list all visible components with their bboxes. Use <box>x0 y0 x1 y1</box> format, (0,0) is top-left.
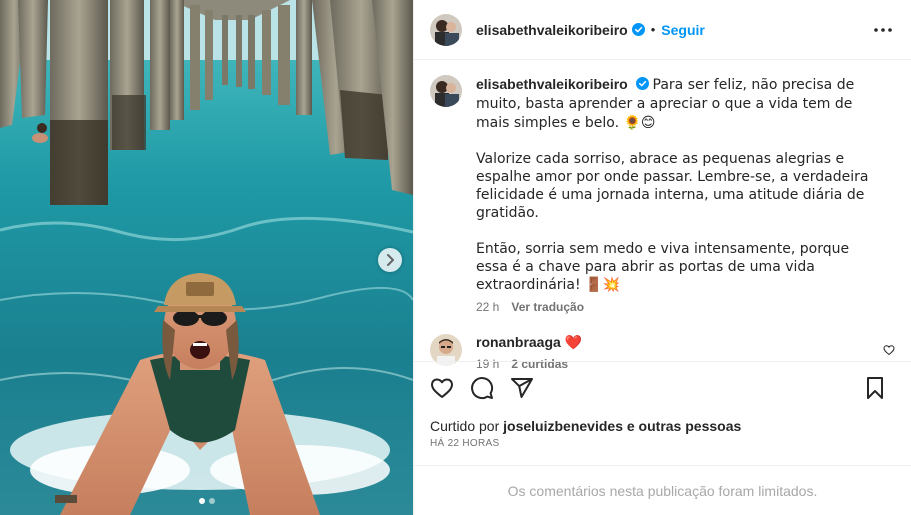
post-details-panel: elisabethvaleikoribeiro • Seguir elisabe… <box>413 0 911 515</box>
more-options-button[interactable] <box>871 18 895 42</box>
post-timestamp[interactable]: HÁ 22 HORAS <box>430 438 895 449</box>
chevron-right-icon <box>387 254 394 266</box>
avatar-image <box>430 75 462 107</box>
likes-prefix: Curtido por <box>430 418 500 434</box>
carousel-indicator <box>0 498 413 504</box>
more-horizontal-icon <box>874 27 892 32</box>
comment-username[interactable]: ronanbraaga <box>476 334 561 350</box>
see-translation-button[interactable]: Ver tradução <box>511 300 584 314</box>
comments-section: elisabethvaleikoribeiro Para ser feliz, … <box>414 61 911 371</box>
likes-summary: Curtido por joseluizbenevides e outras p… <box>430 418 895 434</box>
like-heart-icon[interactable] <box>430 376 454 400</box>
post-actions: Curtido por joseluizbenevides e outras p… <box>414 361 911 449</box>
follow-button[interactable]: Seguir <box>661 22 705 38</box>
post-photo[interactable] <box>0 0 413 515</box>
carousel-dot-active <box>198 498 205 504</box>
share-send-icon[interactable] <box>510 376 534 400</box>
caption-author-avatar[interactable] <box>430 75 462 107</box>
verified-badge-icon <box>635 77 649 90</box>
beach-pier-photo <box>0 0 413 515</box>
verified-badge-icon <box>631 23 645 36</box>
author-username[interactable]: elisabethvaleikoribeiro <box>476 22 628 38</box>
comment-bubble-icon[interactable] <box>470 376 494 400</box>
caption-text: elisabethvaleikoribeiro Para ser feliz, … <box>476 75 876 294</box>
likes-user[interactable]: joseluizbenevides <box>503 418 623 434</box>
author-avatar[interactable] <box>430 13 462 46</box>
caption-meta: 22 h Ver tradução <box>476 300 876 314</box>
caption-time[interactable]: 22 h <box>476 300 499 314</box>
comment-text: ❤️ <box>564 335 583 351</box>
carousel-next-button[interactable] <box>378 248 402 272</box>
likes-suffix[interactable]: e outras pessoas <box>627 418 741 434</box>
comments-limited-notice: Os comentários nesta publicação foram li… <box>414 465 911 515</box>
caption-paragraph-2: Valorize cada sorriso, abrace as pequena… <box>476 151 869 221</box>
comment-like-heart-icon[interactable] <box>883 344 895 356</box>
post-header: elisabethvaleikoribeiro • Seguir <box>414 0 911 60</box>
action-bar <box>430 362 895 414</box>
caption-row: elisabethvaleikoribeiro Para ser feliz, … <box>430 75 895 314</box>
carousel-dot <box>208 498 215 504</box>
caption-username[interactable]: elisabethvaleikoribeiro <box>476 76 628 92</box>
caption-paragraph-3: Então, sorria sem medo e viva intensamen… <box>476 241 850 293</box>
save-bookmark-icon[interactable] <box>863 376 887 400</box>
avatar-image <box>430 13 462 46</box>
header-separator: • <box>650 22 656 37</box>
